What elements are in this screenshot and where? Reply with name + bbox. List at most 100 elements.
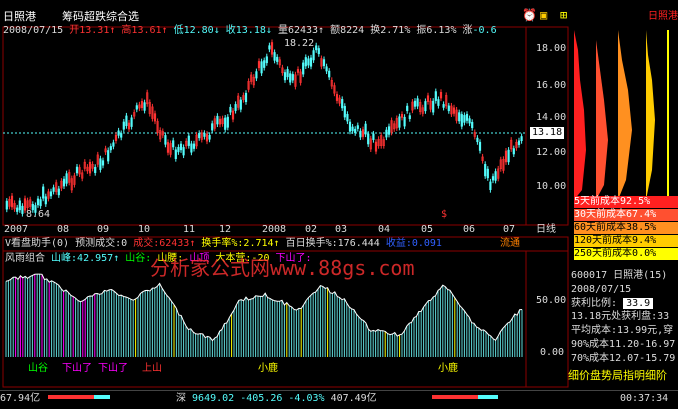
candle-body	[276, 56, 279, 62]
candle-body	[94, 166, 97, 173]
candle-body	[463, 115, 466, 123]
current-price-tag: 13.18	[530, 127, 565, 139]
sub2-tick: 0.00	[540, 347, 565, 358]
candle-body	[52, 187, 55, 192]
indicator-curve	[5, 273, 523, 342]
down-arrow-icon: ↓	[265, 25, 272, 36]
candle-body	[348, 121, 352, 132]
clock: 00:37:34	[620, 393, 669, 404]
stock-name-text: 日照港	[3, 10, 36, 23]
candle-body	[42, 186, 45, 199]
candle-body	[164, 135, 167, 145]
candle-body	[177, 147, 180, 153]
cost-distribution	[574, 30, 669, 200]
candle-body	[117, 130, 120, 136]
time-tick: 08	[57, 224, 70, 235]
candle-body	[494, 171, 497, 181]
candle-body	[356, 125, 359, 129]
candle-body	[406, 105, 409, 112]
candle-body	[434, 91, 437, 101]
cost-item: 30天前成本67.4%	[572, 209, 678, 221]
candle-body	[187, 135, 190, 146]
candle-body	[354, 128, 357, 134]
price-axis-frame	[525, 26, 569, 226]
candle-body	[460, 114, 463, 127]
candle-body	[203, 132, 206, 137]
candle-body	[179, 143, 183, 151]
time-tick: 12	[219, 224, 232, 235]
candle-body	[343, 105, 346, 118]
candle-body	[49, 191, 53, 197]
sub2-tick: 50.00	[536, 295, 567, 306]
candle-body	[190, 143, 193, 153]
shenzhen-index[interactable]: 深 9649.02 -405.26 -4.03% 407.49亿	[176, 393, 377, 405]
candle-body	[403, 116, 406, 127]
candle-body	[109, 146, 112, 151]
stock-name-right: 日照港	[648, 11, 678, 22]
candle-body	[413, 100, 417, 107]
candle-body	[317, 48, 320, 55]
price-tick: 12.00	[536, 147, 567, 158]
candle-body	[512, 148, 515, 155]
price-tick: 10.00	[536, 181, 567, 192]
time-tick: 02	[305, 224, 318, 235]
dollar-marker: $	[441, 209, 448, 220]
tile-view-icon[interactable]: ⊞	[560, 9, 567, 21]
up-arrow-icon: ↑	[109, 25, 116, 36]
candle-body	[291, 74, 294, 81]
candle-body	[268, 45, 271, 50]
candle-body	[57, 188, 60, 196]
up-arrow-icon: ↑	[318, 25, 325, 36]
high-annotation: 18.22	[284, 38, 315, 49]
info-line: 90%成本11.20-16.97	[571, 339, 676, 350]
candle-body	[107, 150, 110, 162]
candle-body	[75, 166, 79, 174]
info-code: 600017 日照港(15)	[571, 270, 668, 281]
candle-body	[351, 126, 354, 132]
status-ratio-bar	[478, 395, 498, 399]
indicator-name[interactable]: 筹码超跌综合选	[62, 11, 139, 23]
signal-label: 小鹿	[438, 363, 458, 374]
candle-body	[367, 133, 370, 145]
status-ratio-bar	[94, 395, 110, 399]
time-tick: 2007	[4, 224, 29, 235]
info-line: 平均成本:13.99元,穿	[571, 325, 674, 336]
price-tick: 14.00	[536, 112, 567, 123]
status-ratio-bar	[48, 395, 94, 399]
stock-name[interactable]: 日照港	[3, 11, 36, 23]
candle-body	[484, 164, 487, 177]
cost-item: 60天前成本38.5%	[572, 222, 678, 234]
alarm-clock-icon[interactable]: ⏰	[522, 9, 537, 21]
candle-body	[424, 101, 427, 112]
info-footer[interactable]: 细价盘势局指明细阶	[568, 370, 667, 382]
candle-body	[507, 149, 510, 163]
candle-body	[478, 141, 482, 151]
ohlc-bar: 2008/07/15 开13.31↑ 高13.61↑ 低12.80↓ 收13.1…	[3, 25, 497, 36]
period-tab[interactable]: 日线	[536, 224, 556, 236]
candle-body	[135, 105, 138, 110]
candle-body	[125, 115, 128, 127]
price-tick: 16.00	[536, 80, 567, 91]
candle-body	[99, 158, 102, 170]
candle-body	[255, 71, 258, 79]
up-arrow-icon: ↑	[161, 25, 168, 36]
candle-body	[283, 72, 287, 81]
candle-body	[244, 92, 248, 103]
time-tick: 09	[97, 224, 110, 235]
toolbox-icon[interactable]: ▣	[540, 9, 547, 21]
candle-body	[21, 205, 24, 214]
candle-body	[359, 130, 362, 138]
candle-body	[36, 198, 40, 206]
candle-body	[289, 73, 292, 83]
candle-body	[16, 207, 19, 212]
candle-body	[174, 149, 177, 159]
candlestick-series	[5, 39, 523, 217]
time-tick: 03	[335, 224, 348, 235]
candle-body	[5, 200, 8, 210]
candle-body	[198, 133, 201, 139]
watermark: 分析家公式网www.88gs.com	[150, 256, 415, 280]
candle-body	[309, 57, 313, 67]
candle-body	[216, 115, 219, 125]
candle-body	[130, 117, 133, 127]
signal-label: 下山了	[62, 363, 92, 374]
